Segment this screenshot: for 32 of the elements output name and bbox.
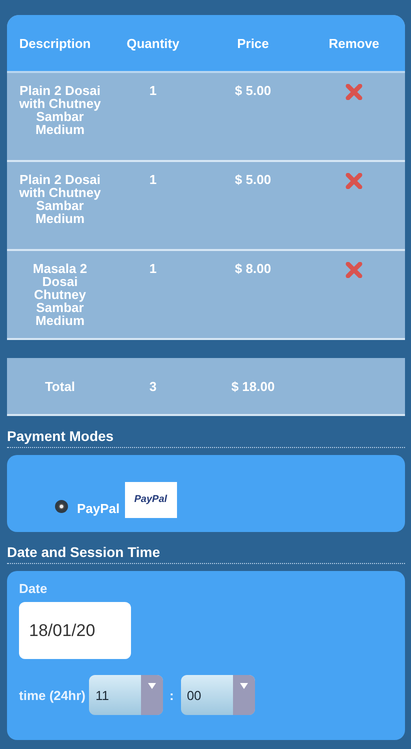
table-cell-text: $ 8.00 [234, 262, 272, 278]
field-label: Date [19, 581, 48, 596]
table-cell-text: Masala 2 Dosai Chutney Sambar Medium [32, 262, 88, 330]
remove-button[interactable] [345, 262, 363, 278]
dropdown-arrow-icon [148, 683, 156, 689]
total-price: $ 18.00 [230, 378, 276, 394]
option-label: PayPal [77, 500, 120, 516]
column-header: Price [236, 36, 270, 50]
table-cell-text: 1 [148, 173, 158, 189]
table-cell-text: Plain 2 Dosai with Chutney Sambar Medium [18, 173, 102, 228]
table-cell-text: 1 [148, 262, 158, 278]
column-header: Quantity [126, 36, 180, 50]
column-header: Remove [328, 36, 380, 50]
column-header: Description [18, 36, 92, 50]
paypal-logo: PayPal [124, 482, 177, 518]
date-field[interactable]: 18/01/20 [19, 602, 131, 659]
time-dropdown[interactable]: 11 [89, 675, 164, 715]
section-heading: Payment Modes [7, 428, 405, 448]
table-cell-text: $ 5.00 [234, 173, 272, 189]
time-separator: : [169, 688, 174, 702]
section-heading: Date and Session Time [7, 544, 405, 564]
total-quantity: 3 [148, 378, 158, 394]
remove-button[interactable] [345, 84, 363, 100]
time-dropdown[interactable]: 00 [180, 675, 255, 715]
table-cell-text: Plain 2 Dosai with Chutney Sambar Medium [18, 84, 102, 139]
radio-button[interactable] [55, 500, 68, 512]
table-cell-text: 1 [148, 84, 158, 100]
dropdown-arrow-icon [240, 683, 248, 689]
field-label: time (24hr) [19, 688, 86, 702]
total-label: Total [44, 378, 76, 394]
table-cell-text: $ 5.00 [234, 84, 272, 100]
remove-button[interactable] [345, 173, 363, 189]
